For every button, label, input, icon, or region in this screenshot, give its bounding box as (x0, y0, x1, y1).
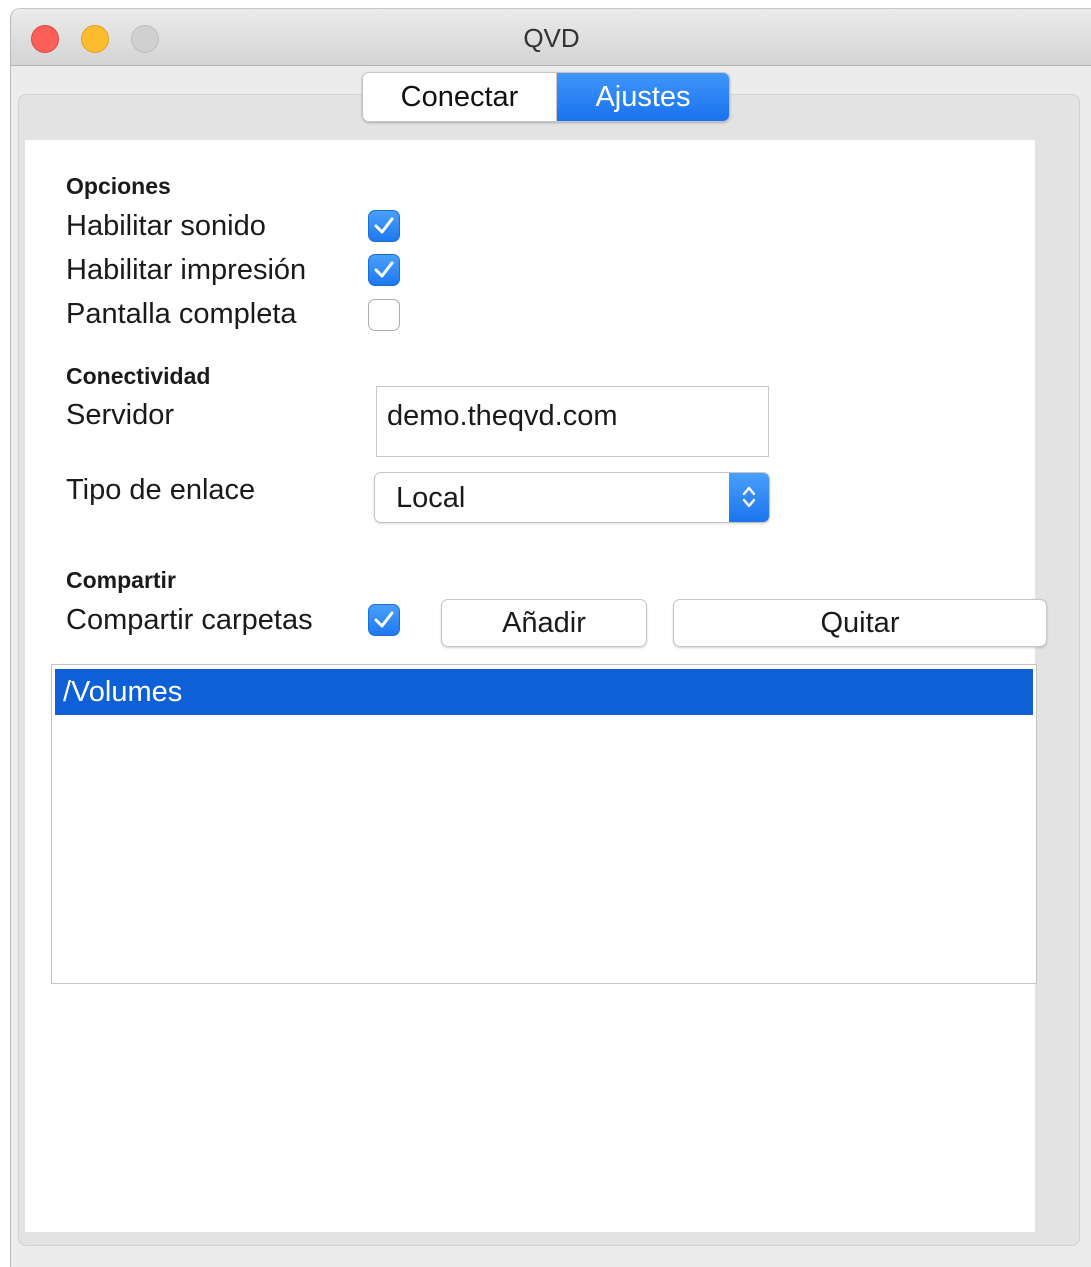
fullscreen-label: Pantalla completa (66, 298, 297, 330)
link-type-select[interactable]: Local (374, 472, 770, 523)
title-bar[interactable]: QVD (11, 9, 1091, 66)
window-title: QVD (523, 23, 580, 53)
share-folders-checkbox[interactable] (368, 604, 400, 636)
tab-conectar[interactable]: Conectar (363, 73, 557, 121)
options-heading: Opciones (66, 173, 171, 199)
checkmark-icon (374, 217, 394, 234)
add-folder-button[interactable]: Añadir (441, 599, 647, 647)
sharing-heading: Compartir (66, 567, 176, 593)
checkmark-icon (374, 611, 394, 628)
share-folders-label: Compartir carpetas (66, 604, 313, 636)
remove-folder-button[interactable]: Quitar (673, 599, 1047, 647)
updown-chevron-icon (729, 473, 769, 522)
server-input[interactable]: demo.theqvd.com (376, 386, 769, 457)
checkmark-icon (374, 261, 394, 278)
fullscreen-checkbox[interactable] (368, 299, 400, 331)
enable-printing-label: Habilitar impresión (66, 254, 307, 286)
server-label: Servidor (66, 399, 174, 431)
connectivity-heading: Conectividad (66, 363, 211, 389)
shared-folders-list[interactable]: /Volumes (51, 664, 1037, 984)
link-type-label: Tipo de enlace (66, 474, 256, 506)
enable-sound-checkbox[interactable] (368, 210, 400, 242)
enable-printing-checkbox[interactable] (368, 254, 400, 286)
tab-bar: Conectar Ajustes (362, 72, 730, 122)
tab-ajustes[interactable]: Ajustes (557, 73, 729, 121)
list-item[interactable]: /Volumes (55, 669, 1033, 715)
link-type-value: Local (396, 482, 466, 514)
enable-sound-label: Habilitar sonido (66, 210, 266, 242)
